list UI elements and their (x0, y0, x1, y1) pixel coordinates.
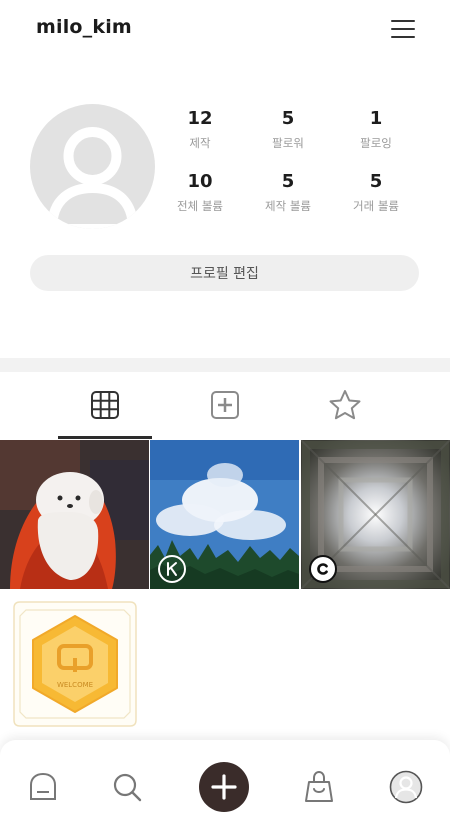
nav-profile[interactable] (371, 740, 441, 834)
copyright-badge-icon (309, 555, 337, 583)
gallery-item-sky[interactable] (150, 440, 299, 589)
stat-total-volume: 10 전체 볼륨 (160, 171, 240, 213)
stat-creation-volume-label: 제작 볼륨 (265, 199, 311, 213)
gallery-item-puppy[interactable] (0, 440, 149, 589)
tab-created[interactable] (178, 372, 272, 438)
stat-followers-label: 팔로워 (272, 136, 304, 150)
grid-icon (91, 391, 119, 419)
welcome-hexagon-badge-image: WELCOME (13, 601, 137, 727)
nav-search[interactable] (92, 740, 162, 834)
bottom-navigation (0, 740, 450, 834)
stat-total-volume-label: 전체 볼륨 (177, 199, 223, 213)
star-icon (329, 390, 361, 420)
profile-avatar[interactable] (30, 104, 155, 229)
stat-creations-value: 12 (187, 108, 213, 129)
home-icon (30, 772, 56, 800)
hamburger-menu-icon[interactable] (389, 17, 417, 41)
stat-creations[interactable]: 12 제작 (160, 108, 240, 150)
stat-following-label: 팔로잉 (360, 136, 392, 150)
k-logo-badge-icon (158, 555, 186, 583)
top-bar: milo_kim (0, 0, 450, 58)
nav-shop[interactable] (284, 740, 354, 834)
stat-creations-label: 제작 (189, 136, 211, 150)
shopping-bag-icon (305, 770, 333, 802)
default-user-avatar-icon (46, 127, 139, 229)
stat-creation-volume-value: 5 (281, 171, 295, 192)
stat-creation-volume: 5 제작 볼륨 (248, 171, 328, 213)
puppy-painting-image (0, 440, 149, 589)
stat-total-volume-value: 10 (187, 171, 213, 192)
stat-following[interactable]: 1 팔로잉 (336, 108, 416, 150)
profile-icon (389, 770, 423, 804)
search-icon (113, 773, 142, 802)
welcome-text: WELCOME (57, 681, 93, 689)
stat-trade-volume-value: 5 (369, 171, 383, 192)
stat-trade-volume: 5 거래 볼륨 (336, 171, 416, 213)
gallery-item-welcome[interactable]: WELCOME (0, 590, 150, 740)
stat-followers[interactable]: 5 팔로워 (248, 108, 328, 150)
stat-trade-volume-label: 거래 볼륨 (353, 199, 399, 213)
nav-add[interactable] (189, 740, 259, 834)
tab-favorites[interactable] (298, 372, 392, 438)
username-title: milo_kim (36, 16, 132, 38)
edit-profile-button[interactable]: 프로필 편집 (30, 255, 419, 291)
nav-home[interactable] (8, 740, 78, 834)
stat-following-value: 1 (369, 108, 383, 129)
add-icon (199, 762, 249, 812)
plus-square-icon (211, 391, 239, 419)
tab-grid[interactable] (58, 372, 152, 439)
stat-followers-value: 5 (281, 108, 295, 129)
section-divider (0, 358, 450, 372)
gallery-item-city[interactable] (301, 440, 450, 589)
content-tabs (0, 372, 450, 439)
